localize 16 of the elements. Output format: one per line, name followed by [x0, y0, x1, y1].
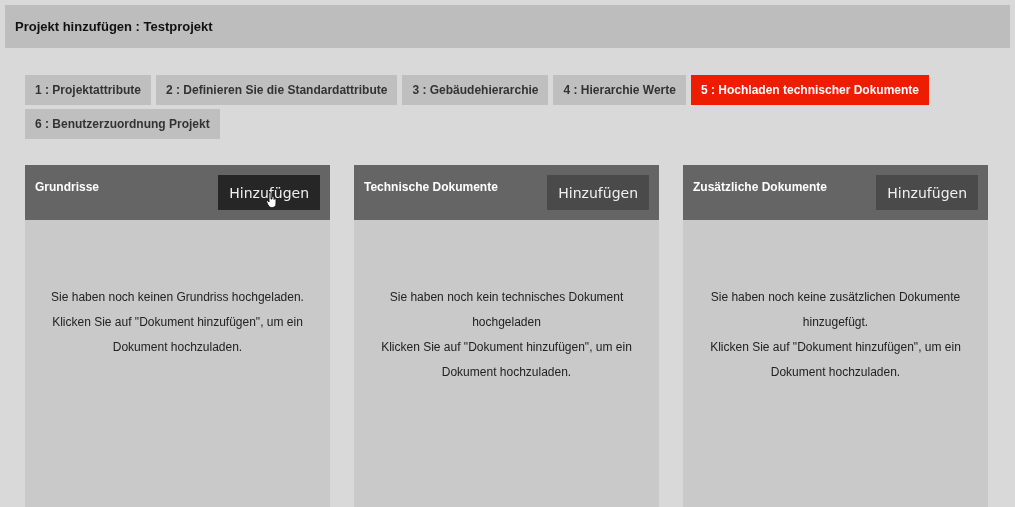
wizard-tab[interactable]: 4 : Hierarchie Werte: [553, 75, 686, 105]
page-title: Projekt hinzufügen : Testprojekt: [15, 19, 213, 34]
empty-message: Sie haben noch keine zusätzlichen Dokumente hinzugefügt. Klicken Sie auf "Dokument hinzufügen", um ein Dokument hochzuladen.: [709, 289, 962, 381]
wizard-tab[interactable]: 5 : Hochladen technischer Dokumente: [690, 75, 930, 105]
empty-message: Sie haben noch keinen Grundriss hochgeladen. Klicken Sie auf "Dokument hinzufügen", um ein Dokument hochzuladen.: [50, 289, 305, 356]
empty-message: Sie haben noch kein technisches Dokument hochgeladen Klicken Sie auf "Dokument hinzufügen", um ein Dokument hochzuladen.: [380, 289, 633, 381]
panel-title: Technische Dokumente: [364, 180, 498, 194]
wizard-tab[interactable]: 3 : Gebäudehierarchie: [402, 75, 549, 105]
add-button[interactable]: Hinzufügen: [876, 175, 978, 210]
add-button[interactable]: Hinzufügen: [218, 175, 320, 210]
add-button[interactable]: Hinzufügen: [547, 175, 649, 210]
panel-title: Zusätzliche Dokumente: [693, 180, 828, 194]
wizard-tab[interactable]: 6 : Benutzerzuordnung Projekt: [25, 109, 220, 139]
wizard-tab[interactable]: 2 : Definieren Sie die Standardattribute: [156, 75, 398, 105]
wizard-tab[interactable]: 1 : Projektattribute: [25, 75, 152, 105]
panel-title: Grundrisse: [35, 180, 100, 194]
